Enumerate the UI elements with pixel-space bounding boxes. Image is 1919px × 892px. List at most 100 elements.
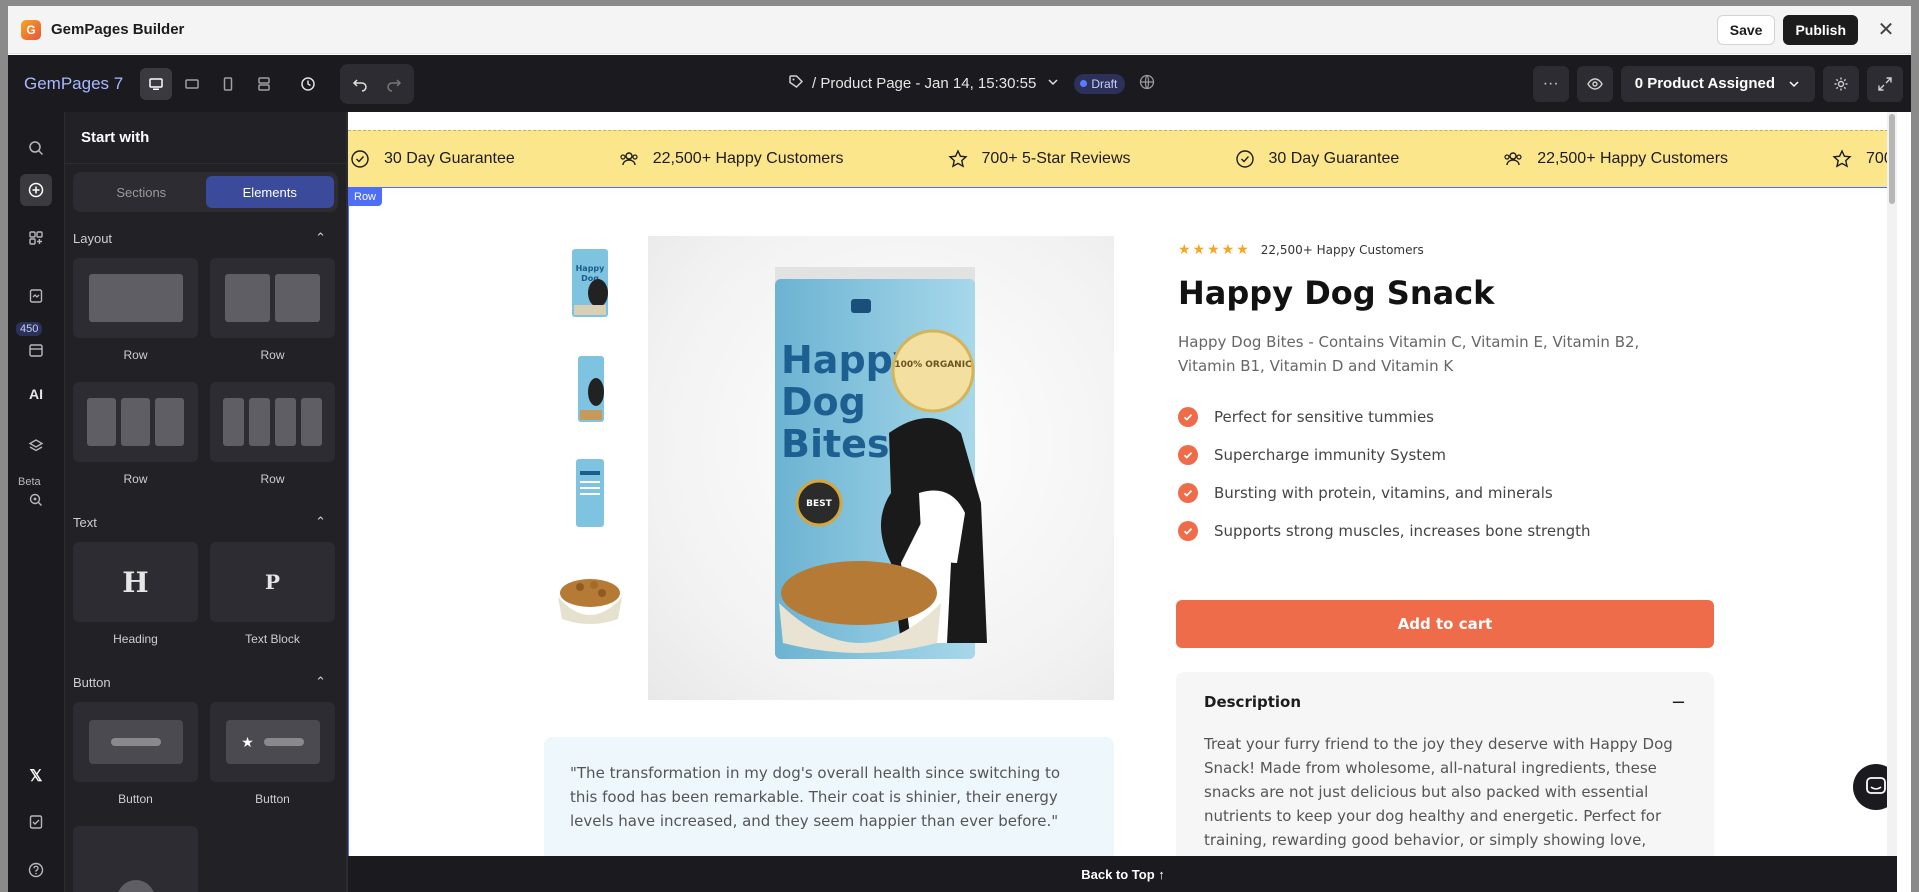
editor-canvas[interactable]: 30 Day Guarantee 22,500+ Happy Customers…: [347, 112, 1897, 892]
category-text[interactable]: Text ⌃: [65, 510, 346, 534]
apps-grid-icon[interactable]: [20, 222, 52, 254]
brand-label: GemPages 7: [24, 73, 124, 93]
pages-icon[interactable]: [20, 280, 52, 312]
product-description: Happy Dog Bites - Contains Vitamin C, Vi…: [1178, 333, 1640, 375]
status-badge: Draft: [1074, 73, 1126, 94]
category-button[interactable]: Button ⌃: [65, 670, 346, 694]
gempages-logo-icon: G: [21, 19, 41, 40]
marquee-item: 30 Day Guarantee: [350, 149, 515, 169]
text-grid: H Heading P Text Block: [65, 542, 346, 648]
checklist-icon[interactable]: [20, 806, 52, 838]
description-body: Treat your furry friend to the joy they …: [1204, 735, 1673, 873]
undo-icon[interactable]: [344, 68, 376, 100]
page-selector[interactable]: / Product Page - Jan 14, 15:30:55 Draft: [788, 73, 1155, 94]
back-to-top-bar[interactable]: Back to Top ↑: [348, 856, 1897, 892]
marquee-banner[interactable]: 30 Day Guarantee 22,500+ Happy Customers…: [348, 130, 1897, 188]
app-window: G GemPages Builder Save Publish ✕ GemPag…: [8, 6, 1911, 892]
row-label-tag[interactable]: Row: [348, 188, 383, 206]
thumbnail-back[interactable]: [543, 446, 636, 539]
add-element-icon[interactable]: [20, 174, 52, 206]
rating-text: 22,500+ Happy Customers: [1260, 243, 1424, 257]
responsive-view-icon[interactable]: [248, 68, 280, 100]
save-button[interactable]: Save: [1716, 14, 1776, 45]
thumbnail-side[interactable]: [543, 341, 636, 434]
tablet-landscape-view-icon[interactable]: [176, 68, 208, 100]
chevron-down-icon: [1046, 75, 1060, 93]
title-bar: G GemPages Builder Save Publish ✕: [8, 6, 1911, 54]
button-element[interactable]: Button: [73, 702, 198, 808]
marquee-item: 700+ 5-Star Reviews: [947, 149, 1131, 169]
collapse-minus-icon[interactable]: −: [1671, 692, 1686, 713]
check-circle-icon: [1178, 483, 1198, 503]
panel-tabs: Sections Elements: [73, 172, 338, 212]
toolbar-right: ··· 0 Product Assigned: [1532, 65, 1903, 102]
history-clock-icon[interactable]: [292, 68, 324, 100]
users-icon: [620, 152, 638, 166]
star-icon: ★: [241, 733, 254, 750]
thumbnail-bowl[interactable]: [543, 551, 636, 644]
row-2-column-element[interactable]: Row: [210, 258, 335, 364]
button-grid: Button ★ Button: [65, 702, 346, 808]
row-1-column-element[interactable]: Row: [73, 258, 198, 364]
canvas-scrollbar[interactable]: [1887, 112, 1897, 856]
desktop-view-icon[interactable]: [140, 67, 172, 100]
marquee-item: 30 Day Guarantee: [1235, 149, 1399, 169]
mobile-view-icon[interactable]: [212, 68, 244, 100]
check-circle-icon: [1178, 407, 1198, 427]
preview-eye-icon[interactable]: [1576, 65, 1613, 102]
description-header[interactable]: Description −: [1176, 672, 1714, 732]
star-icon: [1832, 149, 1852, 168]
help-icon[interactable]: [20, 854, 52, 886]
button-grid: ⤒: [65, 826, 346, 892]
chevron-up-icon: ⌃: [315, 230, 326, 245]
product-assigned-dropdown[interactable]: 0 Product Assigned: [1620, 65, 1815, 102]
translate-icon[interactable]: [1139, 74, 1155, 94]
library-icon[interactable]: [20, 334, 52, 366]
badge-check-icon: [1235, 150, 1254, 168]
rating-row: ★★★★★ 22,500+ Happy Customers: [1178, 242, 1718, 258]
feature-item: Perfect for sensitive tummies: [1178, 398, 1718, 436]
x-integration-icon[interactable]: 𝕏: [20, 760, 52, 792]
tag-icon: [788, 74, 804, 94]
feature-item: Supercharge immunity System: [1178, 436, 1718, 474]
row-3-column-element[interactable]: Row: [73, 382, 198, 488]
layers-icon[interactable]: [20, 430, 52, 462]
heading-element[interactable]: H Heading: [73, 542, 198, 648]
tab-elements[interactable]: Elements: [205, 176, 334, 208]
category-layout[interactable]: Layout ⌃: [65, 226, 346, 250]
row-4-column-element[interactable]: Row: [210, 382, 335, 488]
undo-redo-group: [340, 63, 414, 104]
check-circle-icon: [1178, 445, 1198, 465]
svg-text:100% ORGANIC: 100% ORGANIC: [894, 360, 972, 370]
icon-button-element[interactable]: ★ Button: [210, 702, 335, 808]
svg-text:Bites: Bites: [781, 422, 890, 466]
tab-sections[interactable]: Sections: [77, 176, 206, 208]
app-title: GemPages Builder: [51, 21, 185, 38]
product-info: ★★★★★ 22,500+ Happy Customers Happy Dog …: [1178, 242, 1718, 550]
ai-icon[interactable]: AI: [20, 378, 52, 410]
panel-title: Start with: [65, 112, 346, 164]
more-options-button[interactable]: ···: [1532, 65, 1569, 102]
feature-list: Perfect for sensitive tummies Supercharg…: [1178, 398, 1718, 550]
add-to-cart-button[interactable]: Add to cart: [1176, 600, 1714, 648]
svg-text:Dog: Dog: [781, 380, 866, 424]
redo-icon[interactable]: [378, 68, 410, 100]
back-to-top-element[interactable]: ⤒: [73, 826, 198, 892]
text-block-element[interactable]: P Text Block: [210, 542, 335, 648]
left-rail: 450 AI Beta 𝕏: [8, 112, 65, 892]
settings-gear-icon[interactable]: [1823, 65, 1859, 102]
elements-panel: Start with Sections Elements Layout ⌃ Row…: [65, 112, 347, 892]
close-icon[interactable]: ✕: [1874, 18, 1898, 42]
star-icon: [947, 149, 968, 168]
layout-grid: Row Row: [65, 382, 346, 488]
badge-check-icon: [351, 150, 369, 168]
search-icon[interactable]: [20, 132, 52, 164]
product-main-image[interactable]: Happy Dog Bites 100% ORGANIC BEST: [648, 236, 1114, 700]
location-settings-icon[interactable]: [20, 484, 52, 516]
thumbnail-front[interactable]: Happy Dog: [543, 236, 636, 329]
publish-button[interactable]: Publish: [1783, 14, 1858, 45]
fullscreen-expand-icon[interactable]: [1867, 65, 1903, 102]
feature-item: Bursting with protein, vitamins, and min…: [1178, 474, 1718, 512]
product-title: Happy Dog Snack: [1178, 274, 1495, 312]
svg-text:BEST: BEST: [806, 499, 832, 509]
